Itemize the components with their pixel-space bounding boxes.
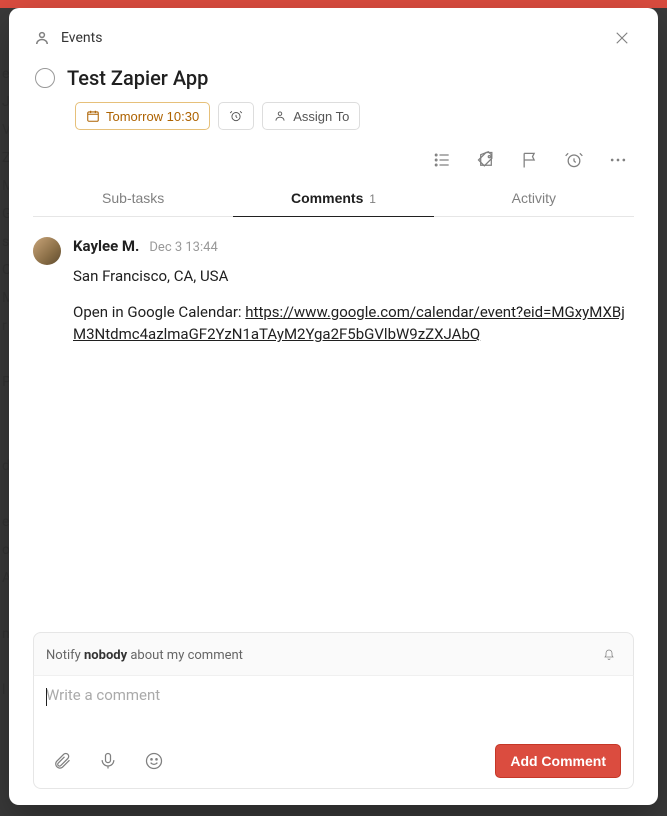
close-button[interactable]	[606, 22, 638, 54]
calendar-icon	[86, 109, 100, 123]
project-name: Events	[61, 30, 102, 46]
comment-meta: Kaylee M. Dec 3 13:44	[73, 235, 634, 259]
voice-button[interactable]	[92, 745, 124, 777]
notify-bell-button[interactable]	[597, 643, 621, 667]
tab-subtasks[interactable]: Sub-tasks	[33, 180, 233, 216]
task-title-row: Test Zapier App	[9, 60, 658, 96]
comment-footer: Notify nobody about my comment	[9, 632, 658, 805]
microphone-icon	[98, 751, 118, 771]
comments-panel: Kaylee M. Dec 3 13:44 San Francisco, CA,…	[9, 217, 658, 632]
attach-button[interactable]	[46, 745, 78, 777]
comment-item: Kaylee M. Dec 3 13:44 San Francisco, CA,…	[33, 235, 634, 359]
list-button[interactable]	[426, 144, 458, 176]
more-horizontal-icon	[608, 150, 628, 170]
emoji-button[interactable]	[138, 745, 170, 777]
tabs: Sub-tasks Comments 1 Activity	[33, 180, 634, 217]
comment-timestamp: Dec 3 13:44	[149, 237, 217, 259]
comment-link-prefix: Open in Google Calendar:	[73, 303, 245, 321]
add-comment-button[interactable]: Add Comment	[495, 744, 621, 778]
tab-activity[interactable]: Activity	[434, 180, 634, 216]
comment-input-box: Add Comment	[33, 675, 634, 789]
person-icon	[273, 109, 287, 123]
comment-textarea[interactable]	[46, 686, 621, 722]
tab-comments-count: 1	[369, 192, 376, 206]
close-icon	[613, 29, 631, 47]
tab-comments[interactable]: Comments 1	[233, 180, 433, 216]
comment-line2: Open in Google Calendar: https://www.goo…	[73, 301, 634, 345]
tab-comments-label: Comments	[291, 190, 363, 206]
task-title[interactable]: Test Zapier App	[67, 64, 208, 92]
flag-button[interactable]	[514, 144, 546, 176]
reminder-button[interactable]	[558, 144, 590, 176]
avatar[interactable]	[33, 237, 61, 265]
chip-row: Tomorrow 10:30 Assign To	[9, 96, 658, 136]
notify-text: Notify nobody about my comment	[46, 648, 243, 663]
assign-chip[interactable]: Assign To	[262, 102, 360, 130]
alarm-icon	[229, 109, 243, 123]
person-placeholder-icon	[33, 29, 51, 47]
assign-label: Assign To	[293, 109, 349, 124]
input-actions: Add Comment	[46, 744, 621, 778]
reminder-chip[interactable]	[218, 102, 254, 130]
emoji-icon	[144, 751, 164, 771]
due-date-label: Tomorrow 10:30	[106, 109, 199, 124]
tag-icon	[476, 150, 496, 170]
paperclip-icon	[52, 751, 72, 771]
breadcrumb[interactable]: Events	[33, 29, 102, 47]
notify-row[interactable]: Notify nobody about my comment	[33, 632, 634, 675]
task-complete-checkbox[interactable]	[35, 68, 55, 88]
comment-line1: San Francisco, CA, USA	[73, 265, 634, 287]
app-top-bar	[0, 0, 667, 8]
alarm-icon	[564, 150, 584, 170]
label-button[interactable]	[470, 144, 502, 176]
input-icons	[46, 745, 170, 777]
bell-icon	[603, 646, 615, 664]
action-icon-row	[9, 136, 658, 180]
comment-author: Kaylee M.	[73, 235, 139, 257]
more-button[interactable]	[602, 144, 634, 176]
list-icon	[432, 150, 452, 170]
flag-icon	[520, 150, 540, 170]
tab-subtasks-label: Sub-tasks	[102, 190, 164, 206]
comment-body: Kaylee M. Dec 3 13:44 San Francisco, CA,…	[73, 235, 634, 359]
due-date-chip[interactable]: Tomorrow 10:30	[75, 102, 210, 130]
modal-header: Events	[9, 8, 658, 60]
task-detail-modal: Events Test Zapier App Tomorrow 10:30 As…	[9, 8, 658, 805]
tab-activity-label: Activity	[512, 190, 556, 206]
